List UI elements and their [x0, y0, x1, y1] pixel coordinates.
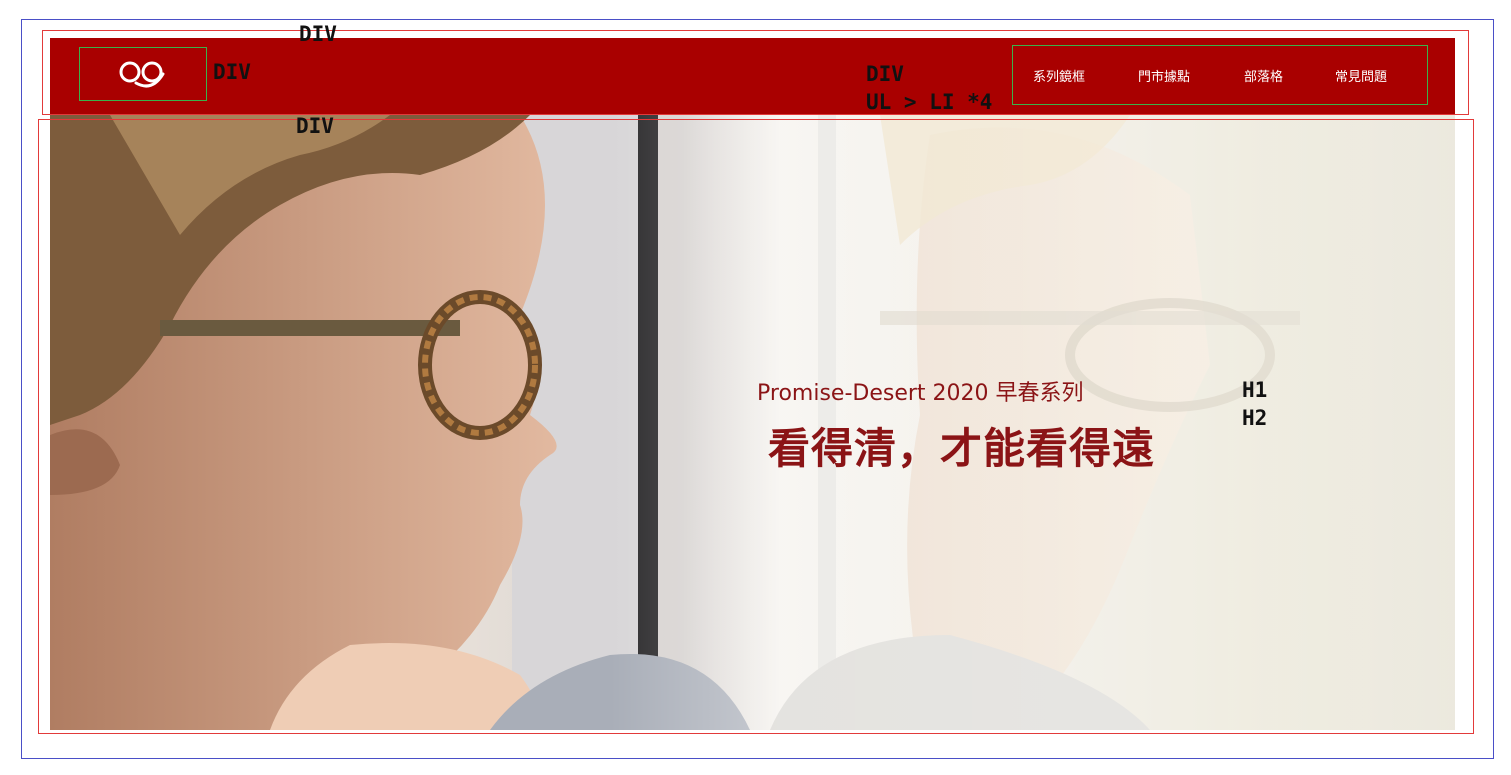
annotation-h2: H2 [1242, 406, 1268, 430]
annotation-nav-list: UL > LI *4 [866, 90, 993, 114]
annotation-h1: H1 [1242, 378, 1268, 402]
hero-subtitle: Promise-Desert 2020 早春系列 [757, 381, 1084, 406]
annotation-hero-div: DIV [296, 114, 334, 138]
hero-title: 看得清，才能看得遠 [768, 424, 1156, 473]
annotation-logo-div: DIV [213, 60, 251, 84]
annotation-outer-div: DIV [299, 22, 337, 46]
annotation-nav-div: DIV [866, 62, 904, 86]
header-outline [42, 30, 1469, 115]
